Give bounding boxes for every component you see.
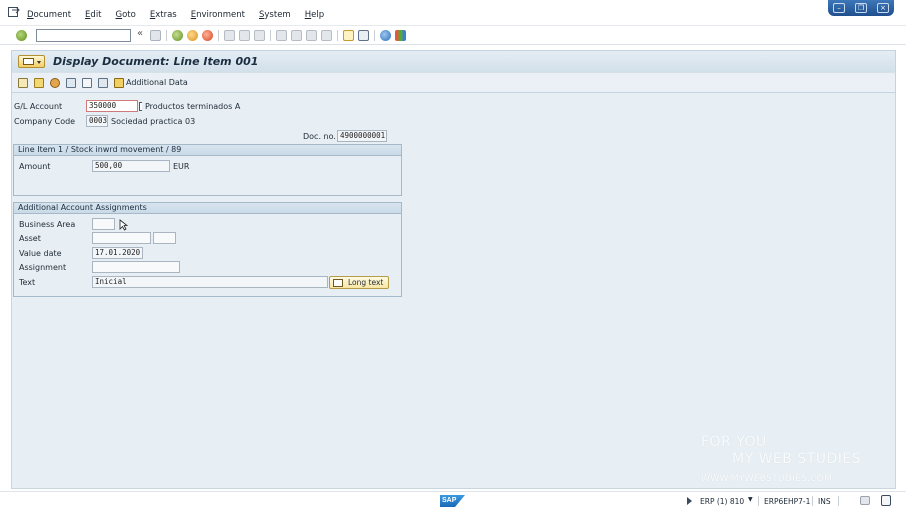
find-icon[interactable] (239, 30, 250, 41)
toolbar-separator (374, 30, 375, 41)
additional-data-icon[interactable] (114, 78, 124, 88)
refresh-icon[interactable] (66, 78, 76, 88)
chevron-down-icon (37, 61, 41, 64)
close-icon[interactable]: × (877, 3, 889, 13)
new-session-icon[interactable] (343, 30, 354, 41)
currency-label: EUR (173, 162, 190, 171)
object-menu-button[interactable] (18, 55, 45, 68)
additional-assignments-group-title: Additional Account Assignments (14, 203, 401, 214)
menu-edit[interactable]: Edit (85, 10, 101, 20)
value-date-label: Value date (19, 249, 62, 258)
value-date-field[interactable]: 17.01.2020 (92, 247, 143, 259)
long-text-label: Long text (348, 278, 384, 287)
lock-icon[interactable] (881, 495, 891, 506)
customize-layout-icon[interactable] (395, 30, 406, 41)
system-info: ERP (1) 810 (700, 497, 745, 506)
assignment-field[interactable] (92, 261, 180, 273)
previous-page-icon[interactable] (291, 30, 302, 41)
company-code-field[interactable]: 0003 (86, 115, 108, 127)
status-expand-icon[interactable] (687, 497, 692, 505)
toolbar-separator (270, 30, 271, 41)
page-title: Display Document: Line Item 001 (53, 55, 259, 68)
menu-bar: Document Edit Goto Extras Environment Sy… (0, 0, 906, 26)
amount-label: Amount (19, 162, 51, 171)
company-code-description: Sociedad practica 03 (111, 117, 196, 126)
menu-items: Document Edit Goto Extras Environment Sy… (27, 10, 338, 20)
server-info: ERP6EHP7-1 (764, 497, 811, 506)
user-icon[interactable] (50, 78, 60, 88)
asset-field[interactable] (92, 232, 151, 244)
menu-goto[interactable]: Goto (116, 10, 136, 20)
collapse-command-field-icon[interactable]: « (137, 28, 143, 39)
additional-assignments-group: Additional Account Assignments Business … (13, 202, 402, 297)
command-field[interactable] (36, 29, 131, 42)
amount-field[interactable]: 500,00 (92, 160, 170, 172)
mouse-pointer-icon (119, 219, 128, 231)
back-icon[interactable] (172, 30, 183, 41)
next-item-icon[interactable] (82, 78, 92, 88)
menu-extras[interactable]: Extras (150, 10, 177, 20)
business-area-field[interactable] (92, 218, 115, 230)
gl-account-label: G/L Account (14, 102, 63, 111)
window-menu-icon[interactable] (8, 7, 20, 18)
menu-document[interactable]: Document (27, 10, 71, 20)
find-next-icon[interactable] (254, 30, 265, 41)
line-item-group: Line Item 1 / Stock inwrd movement / 89 … (13, 144, 402, 196)
toolbar-separator (166, 30, 167, 41)
long-text-icon (333, 279, 343, 287)
company-code-label: Company Code (14, 117, 76, 126)
cancel-icon[interactable] (202, 30, 213, 41)
gl-account-field[interactable]: 350000 (86, 100, 138, 112)
sap-logo: SAP (440, 495, 465, 507)
watermark-line-3: WWW.MYWEBSTUDIES.COM (701, 474, 833, 484)
standard-toolbar: « (0, 26, 906, 45)
application-toolbar: Additional Data (11, 72, 896, 93)
menu-environment[interactable]: Environment (191, 10, 245, 20)
line-item-group-title: Line Item 1 / Stock inwrd movement / 89 (14, 145, 401, 156)
object-menu-icon (23, 58, 34, 65)
gl-account-description: Productos terminados A (142, 102, 241, 111)
status-bar: SAP ERP (1) 810 ▼ ERP6EHP7-1 INS (0, 491, 906, 509)
watermark-line-1: FOR YOU (701, 434, 767, 450)
document-overview-icon[interactable] (34, 78, 44, 88)
menu-system[interactable]: System (259, 10, 291, 20)
long-text-button[interactable]: Long text (329, 276, 389, 289)
minimize-icon[interactable]: – (833, 3, 845, 13)
print-icon[interactable] (224, 30, 235, 41)
menu-help[interactable]: Help (305, 10, 324, 20)
doc-no-label: Doc. no. (303, 132, 336, 141)
business-area-label: Business Area (19, 220, 76, 229)
asset-subnumber-field[interactable] (153, 232, 176, 244)
enter-icon[interactable] (16, 30, 27, 41)
connection-icon (860, 496, 870, 505)
system-dropdown-icon[interactable]: ▼ (748, 496, 753, 503)
first-page-icon[interactable] (276, 30, 287, 41)
shortcut-icon[interactable] (358, 30, 369, 41)
assignment-label: Assignment (19, 263, 67, 272)
restore-icon[interactable]: ❐ (855, 3, 867, 13)
status-separator (758, 496, 759, 506)
help-icon[interactable] (380, 30, 391, 41)
status-separator (838, 496, 839, 506)
insert-mode: INS (818, 497, 831, 506)
status-separator (812, 496, 813, 506)
last-page-icon[interactable] (321, 30, 332, 41)
exit-icon[interactable] (187, 30, 198, 41)
additional-data-button[interactable]: Additional Data (126, 78, 188, 87)
text-label: Text (19, 278, 36, 287)
display-change-icon[interactable] (18, 78, 28, 88)
asset-label: Asset (19, 234, 41, 243)
toolbar-separator (218, 30, 219, 41)
watermark-line-2: MY WEB STUDIES (732, 451, 862, 467)
next-page-icon[interactable] (306, 30, 317, 41)
title-bar: Display Document: Line Item 001 (11, 50, 896, 72)
save-icon[interactable] (150, 30, 161, 41)
toolbar-separator (337, 30, 338, 41)
main-content: G/L Account 350000 Productos terminados … (11, 93, 896, 489)
doc-no-field[interactable]: 4900000001 (337, 130, 387, 142)
window-controls: – ❐ × (828, 0, 894, 16)
text-field[interactable]: Inicial (92, 276, 328, 288)
print-preview-icon[interactable] (98, 78, 108, 88)
